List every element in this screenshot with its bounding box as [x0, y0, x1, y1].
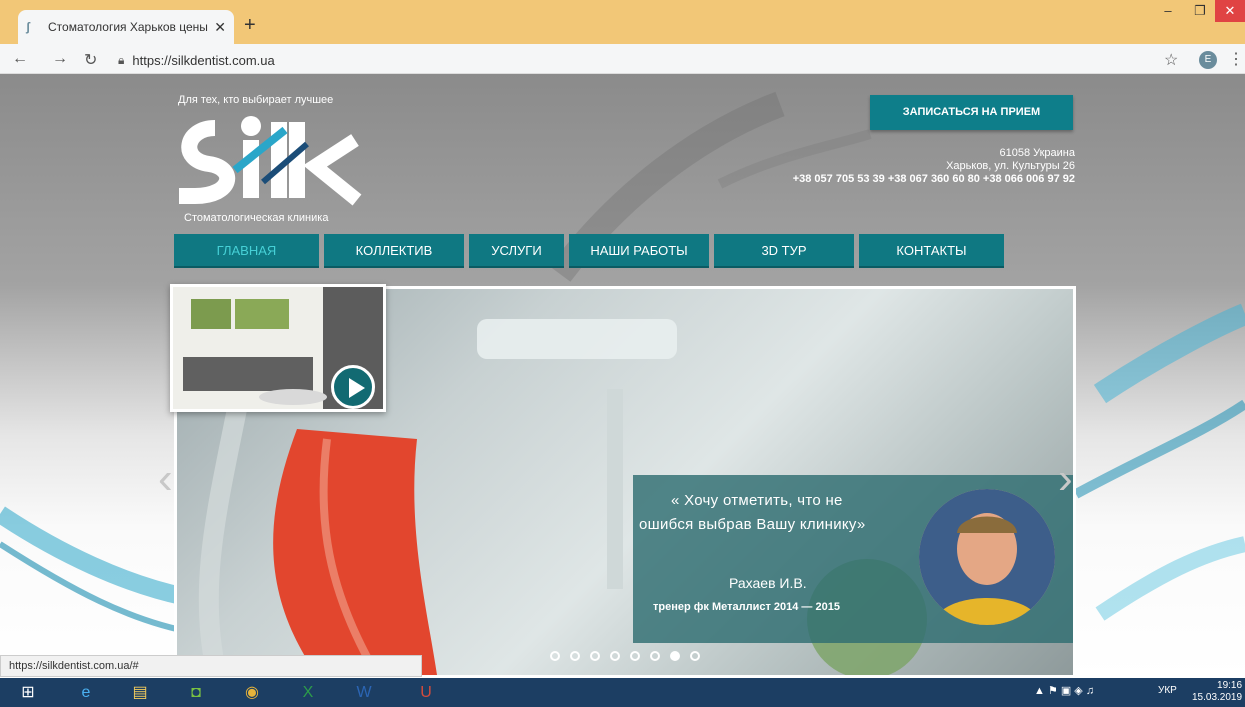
new-tab-button[interactable]: +: [244, 14, 256, 37]
slider-prev-arrow-icon[interactable]: ‹: [158, 454, 173, 504]
browser-tab[interactable]: ʃ Стоматология Харьков цены, ст ✕: [18, 10, 234, 44]
nav-item-services[interactable]: УСЛУГИ: [469, 234, 564, 268]
windows-taskbar: ⊞ e ▤ ◘ ◉ X W U ▲ ⚑ ▣ ◈ ♫ УКР 19:16 15.0…: [0, 678, 1245, 707]
nav-item-works[interactable]: НАШИ РАБОТЫ: [569, 234, 709, 268]
tab-title: Стоматология Харьков цены, ст: [48, 20, 209, 34]
web-page: Для тех, кто выбирает лучшее Стоматологи…: [0, 74, 1245, 678]
close-window-button[interactable]: ✕: [1215, 0, 1245, 22]
slider-dots: [550, 651, 700, 661]
testimonial-box: « Хочу отметить, что не ошибся выбрав Ва…: [633, 475, 1073, 643]
slider-dot[interactable]: [590, 651, 600, 661]
lock-icon: 🔒︎: [118, 52, 125, 67]
nav-item-team[interactable]: КОЛЛЕКТИВ: [324, 234, 464, 268]
site-favicon-icon: ʃ: [26, 20, 30, 34]
slider-dot-active[interactable]: [670, 651, 680, 661]
phone-numbers: +38 057 705 53 39 +38 067 360 60 80 +38 …: [792, 173, 1075, 185]
slider-dot[interactable]: [630, 651, 640, 661]
clock-time: 19:16: [1217, 680, 1243, 691]
address-line: 61058 Украина: [999, 147, 1075, 159]
system-clock[interactable]: 19:16 15.03.2019: [1192, 680, 1242, 704]
testimonial-author: Рахаев И.В.: [729, 575, 807, 591]
minimize-window-button[interactable]: –: [1153, 0, 1183, 22]
testimonial-avatar: [919, 489, 1055, 625]
nav-item-3d-tour[interactable]: 3D ТУР: [714, 234, 854, 268]
back-arrow-icon[interactable]: ←: [12, 50, 28, 68]
browser-tab-bar: ʃ Стоматология Харьков цены, ст ✕ + – ❐ …: [0, 0, 1245, 44]
app-icon[interactable]: U: [406, 680, 446, 705]
reload-icon[interactable]: ↻: [84, 50, 97, 70]
browser-menu-icon[interactable]: ⋮: [1228, 49, 1244, 69]
slider-dot[interactable]: [610, 651, 620, 661]
logo-subtitle: Стоматологическая клиника: [184, 212, 329, 224]
slider-next-arrow-icon[interactable]: ›: [1058, 454, 1073, 504]
close-tab-icon[interactable]: ✕: [214, 19, 226, 36]
slider-dot[interactable]: [570, 651, 580, 661]
nav-item-home[interactable]: ГЛАВНАЯ: [174, 234, 319, 268]
address-bar-row: ← → ↻ 🔒︎ https://silkdentist.com.ua ☆ E …: [0, 44, 1245, 74]
maximize-window-button[interactable]: ❐: [1185, 0, 1215, 22]
internet-explorer-icon[interactable]: e: [66, 680, 106, 705]
clock-date: 15.03.2019: [1192, 692, 1243, 703]
keyboard-language[interactable]: УКР: [1158, 685, 1177, 696]
url-text: https://silkdentist.com.ua: [132, 52, 275, 68]
profile-avatar[interactable]: E: [1199, 51, 1217, 69]
testimonial-quote: « Хочу отметить, что не ошибся выбрав Ва…: [639, 492, 866, 533]
file-explorer-icon[interactable]: ▤: [120, 680, 160, 705]
address-street: Харьков, ул. Культуры 26: [946, 160, 1075, 172]
slider-dot[interactable]: [650, 651, 660, 661]
video-thumbnail[interactable]: [170, 284, 386, 412]
url-field[interactable]: 🔒︎ https://silkdentist.com.ua: [118, 49, 1148, 71]
testimonial-author-role: тренер фк Металлист 2014 — 2015: [653, 601, 840, 613]
chrome-icon[interactable]: ◉: [232, 680, 272, 705]
site-tagline: Для тех, кто выбирает лучшее: [178, 94, 334, 106]
slider-dot[interactable]: [690, 651, 700, 661]
play-icon[interactable]: [331, 365, 375, 409]
word-icon[interactable]: W: [344, 680, 384, 705]
slider-dot[interactable]: [550, 651, 560, 661]
store-icon[interactable]: ◘: [176, 680, 216, 705]
system-tray-icons[interactable]: ▲ ⚑ ▣ ◈ ♫: [1034, 684, 1094, 697]
excel-icon[interactable]: X: [288, 680, 328, 705]
silk-logo[interactable]: [175, 110, 365, 212]
forward-arrow-icon[interactable]: →: [52, 50, 68, 68]
book-appointment-button[interactable]: ЗАПИСАТЬСЯ НА ПРИЕМ: [870, 95, 1073, 130]
bookmark-star-icon[interactable]: ☆: [1164, 50, 1178, 70]
windows-start-icon[interactable]: ⊞: [8, 680, 48, 705]
link-status-bar: https://silkdentist.com.ua/#: [0, 655, 422, 677]
main-navigation: ГЛАВНАЯ КОЛЛЕКТИВ УСЛУГИ НАШИ РАБОТЫ 3D …: [174, 234, 1004, 268]
nav-item-contacts[interactable]: КОНТАКТЫ: [859, 234, 1004, 268]
